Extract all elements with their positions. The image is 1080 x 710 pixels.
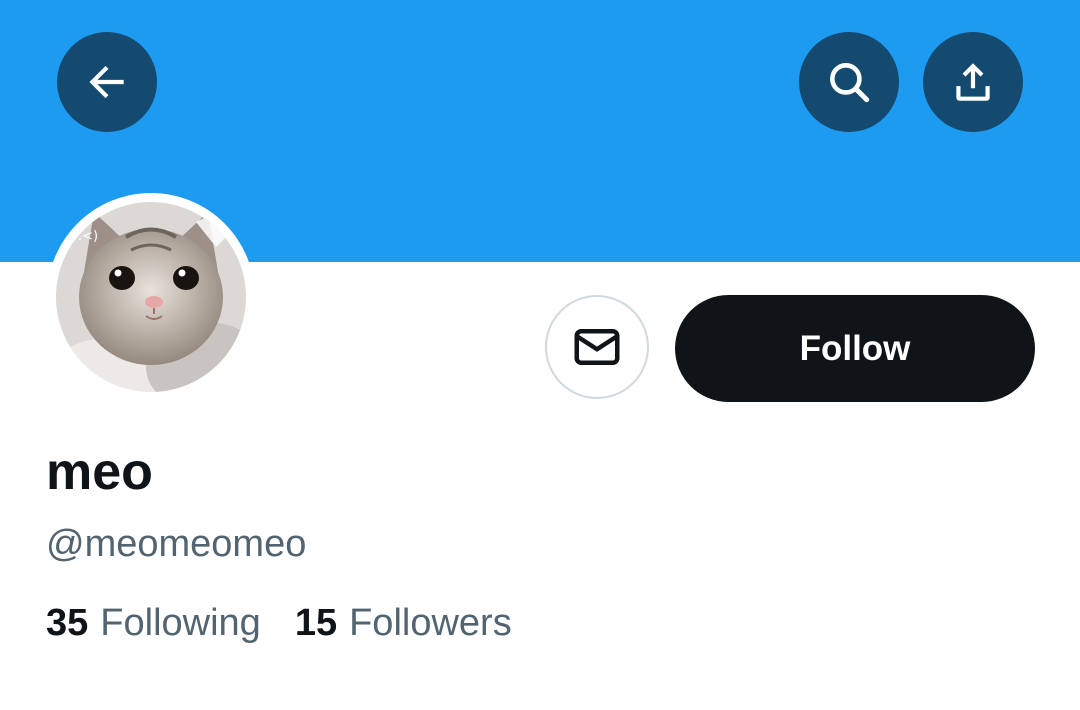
followers-link[interactable]: 15 Followers bbox=[295, 598, 512, 648]
followers-label: Followers bbox=[349, 602, 512, 644]
followers-count: 15 bbox=[294, 602, 338, 644]
display-name: meo bbox=[46, 443, 153, 501]
search-icon bbox=[830, 63, 870, 103]
profile-stats: 35 Following 15 Followers bbox=[46, 598, 512, 648]
arrow-left-icon bbox=[89, 65, 124, 99]
envelope-icon bbox=[574, 329, 620, 365]
kitten-avatar-image: (>.<) bbox=[56, 202, 246, 392]
follow-button[interactable]: Follow bbox=[675, 295, 1035, 402]
avatar[interactable]: (>.<) bbox=[56, 202, 246, 392]
share-upload-icon bbox=[956, 63, 990, 101]
following-label: Following bbox=[100, 602, 261, 644]
user-handle: @meomeomeo bbox=[46, 523, 307, 565]
following-link[interactable]: 35 Following bbox=[46, 598, 261, 648]
back-button[interactable] bbox=[57, 32, 157, 132]
search-button[interactable] bbox=[799, 32, 899, 132]
share-button[interactable] bbox=[923, 32, 1023, 132]
message-button[interactable] bbox=[545, 295, 649, 399]
following-count: 35 bbox=[46, 602, 89, 644]
